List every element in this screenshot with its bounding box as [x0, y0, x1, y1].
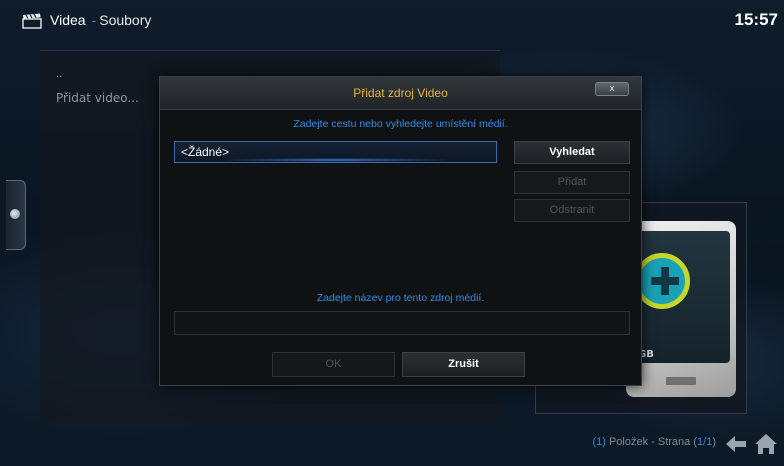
top-bar: Videa - Soubory 15:57	[0, 0, 784, 40]
window-title: Videa - Soubory	[50, 12, 151, 28]
handle-knob-icon	[10, 209, 20, 219]
items-page-label: Položek - Strana	[608, 436, 691, 448]
title-separator: -	[91, 12, 97, 28]
page-indicator: 1/1	[697, 436, 713, 448]
close-button[interactable]: x	[595, 82, 629, 96]
clock: 15:57	[734, 10, 778, 29]
section-title: Videa	[50, 12, 86, 28]
parent-folder-item[interactable]: ..	[56, 69, 62, 80]
usb-drive-icon: GB	[626, 221, 736, 397]
drive-face: GB	[632, 231, 730, 363]
back-arrow-icon[interactable]	[722, 430, 750, 458]
path-hint: Zadejte cestu nebo vyhledejte umístění m…	[293, 118, 508, 130]
cancel-button[interactable]: Zrušit	[402, 352, 525, 377]
page-close-paren: )	[712, 436, 716, 448]
source-name-field[interactable]	[174, 311, 630, 335]
source-name-hint: Zadejte název pro tento zdroj médií.	[316, 292, 485, 304]
home-icon[interactable]	[752, 430, 780, 458]
subsection-title: Soubory	[99, 12, 152, 28]
source-path-value: <Žádné>	[181, 145, 230, 159]
dialog-header: Přidat zdroj Video x	[160, 77, 641, 110]
list-item-add-video[interactable]: Přidat video...	[56, 91, 139, 105]
plus-badge-icon	[634, 253, 690, 309]
ok-button[interactable]: OK	[272, 352, 395, 377]
add-source-dialog: Přidat zdroj Video x Zadejte cestu nebo …	[159, 76, 642, 386]
item-count-status: (1) Položek - Strana (1/1)	[592, 436, 716, 448]
item-count: (1)	[592, 436, 606, 448]
remove-button[interactable]: Odstranit	[514, 199, 630, 222]
side-menu-handle[interactable]	[6, 180, 26, 250]
dialog-title: Přidat zdroj Video	[353, 86, 448, 100]
add-button[interactable]: Přidat	[514, 171, 630, 194]
drive-port	[666, 377, 696, 385]
clapperboard-icon	[22, 13, 42, 29]
browse-button[interactable]: Vyhledat	[514, 141, 630, 164]
source-path-field[interactable]: <Žádné>	[174, 141, 497, 163]
